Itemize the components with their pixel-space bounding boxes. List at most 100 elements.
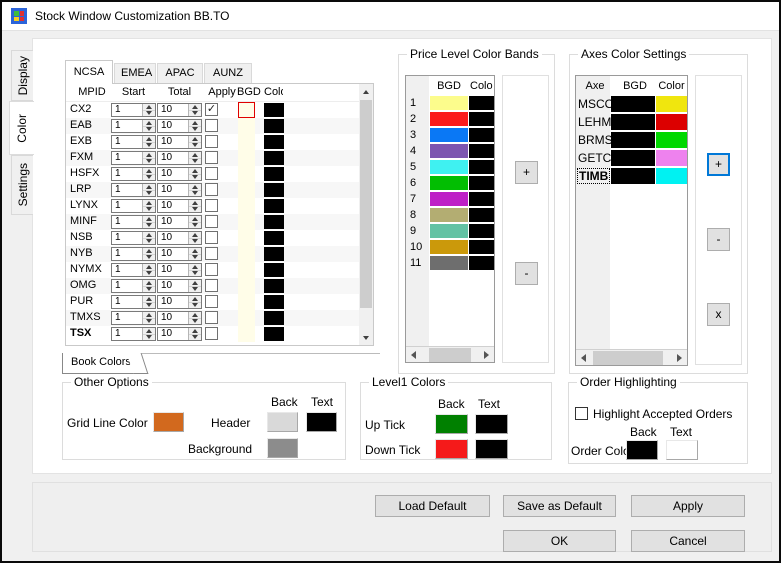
spinner-down-button[interactable]	[143, 189, 155, 196]
spinner-down-button[interactable]	[189, 141, 201, 148]
bgd-swatch[interactable]	[238, 246, 255, 262]
apply-checkbox[interactable]	[205, 247, 218, 260]
bgd-swatch[interactable]	[611, 114, 655, 130]
bgd-swatch[interactable]	[430, 144, 468, 158]
bgd-swatch[interactable]	[238, 166, 255, 182]
highlight-accepted-orders-checkbox[interactable]	[575, 407, 588, 420]
scroll-down-button[interactable]	[359, 330, 373, 345]
scroll-thumb[interactable]	[593, 351, 663, 365]
apply-button[interactable]: Apply	[631, 495, 745, 517]
bgd-swatch[interactable]	[430, 224, 468, 238]
scroll-thumb[interactable]	[360, 100, 372, 308]
spinner-down-button[interactable]	[189, 269, 201, 276]
total-spinner[interactable]: 10	[157, 231, 202, 245]
spinner-down-button[interactable]	[189, 173, 201, 180]
apply-checkbox[interactable]	[205, 311, 218, 324]
bgd-swatch[interactable]	[238, 198, 255, 214]
axe-name[interactable]: TIMB	[577, 168, 611, 184]
bgd-swatch[interactable]	[238, 294, 255, 310]
load-default-button[interactable]: Load Default	[375, 495, 490, 517]
spinner-down-button[interactable]	[189, 109, 201, 116]
spinner-down-button[interactable]	[143, 253, 155, 260]
start-spinner[interactable]: 1	[111, 183, 156, 197]
start-spinner[interactable]: 1	[111, 135, 156, 149]
color-swatch[interactable]	[656, 132, 687, 148]
start-spinner[interactable]: 1	[111, 311, 156, 325]
color-swatch[interactable]	[469, 160, 494, 174]
color-swatch[interactable]	[264, 263, 284, 277]
spinner-down-button[interactable]	[189, 125, 201, 132]
total-spinner[interactable]: 10	[157, 247, 202, 261]
bgd-swatch[interactable]	[611, 168, 655, 184]
bgd-swatch[interactable]	[430, 176, 468, 190]
color-swatch[interactable]	[469, 112, 494, 126]
down-tick-text-swatch[interactable]	[475, 439, 508, 459]
bgd-swatch[interactable]	[611, 96, 655, 112]
start-spinner[interactable]: 1	[111, 279, 156, 293]
spinner-down-button[interactable]	[143, 269, 155, 276]
color-swatch[interactable]	[264, 135, 284, 149]
spinner-down-button[interactable]	[189, 253, 201, 260]
bgd-swatch[interactable]	[430, 112, 468, 126]
total-spinner[interactable]: 10	[157, 119, 202, 133]
apply-checkbox[interactable]	[205, 215, 218, 228]
bgd-swatch[interactable]	[611, 132, 655, 148]
spinner-down-button[interactable]	[143, 173, 155, 180]
bgd-swatch[interactable]	[430, 96, 468, 110]
color-swatch[interactable]	[264, 167, 284, 181]
axe-remove-button[interactable]: -	[707, 228, 730, 251]
color-swatch[interactable]	[264, 295, 284, 309]
spinner-down-button[interactable]	[143, 237, 155, 244]
bgd-swatch[interactable]	[430, 240, 468, 254]
scroll-left-button[interactable]	[576, 350, 591, 366]
apply-checkbox[interactable]	[205, 279, 218, 292]
color-swatch[interactable]	[264, 183, 284, 197]
total-spinner[interactable]: 10	[157, 295, 202, 309]
band-remove-button[interactable]: -	[515, 262, 538, 285]
color-swatch[interactable]	[469, 224, 494, 238]
background-swatch[interactable]	[267, 438, 298, 458]
band-add-button[interactable]: +	[515, 161, 538, 184]
tab-aunz[interactable]: AUNZ	[204, 63, 252, 83]
start-spinner[interactable]: 1	[111, 295, 156, 309]
start-spinner[interactable]: 1	[111, 199, 156, 213]
apply-checkbox[interactable]	[205, 263, 218, 276]
color-swatch[interactable]	[264, 151, 284, 165]
header-back-swatch[interactable]	[267, 412, 298, 432]
bgd-swatch[interactable]	[238, 118, 255, 134]
bgd-swatch[interactable]	[430, 256, 468, 270]
color-swatch[interactable]	[469, 96, 494, 110]
header-text-swatch[interactable]	[306, 412, 337, 432]
tab-display[interactable]: Display	[11, 50, 33, 101]
color-swatch[interactable]	[469, 176, 494, 190]
color-swatch[interactable]	[264, 327, 284, 341]
bgd-swatch[interactable]	[238, 262, 255, 278]
total-spinner[interactable]: 10	[157, 167, 202, 181]
spinner-down-button[interactable]	[143, 205, 155, 212]
color-swatch[interactable]	[469, 128, 494, 142]
axe-name[interactable]: GETC	[578, 151, 611, 165]
scroll-thumb[interactable]	[429, 348, 471, 362]
apply-checkbox[interactable]	[205, 199, 218, 212]
apply-checkbox[interactable]	[205, 167, 218, 180]
axe-name[interactable]: BRMS	[578, 133, 613, 147]
start-spinner[interactable]: 1	[111, 215, 156, 229]
spinner-down-button[interactable]	[143, 333, 155, 340]
bgd-swatch[interactable]	[430, 192, 468, 206]
up-tick-text-swatch[interactable]	[475, 414, 508, 434]
tab-color[interactable]: Color	[9, 101, 34, 155]
bands-horizontal-scrollbar[interactable]	[406, 346, 494, 362]
bgd-swatch[interactable]	[430, 128, 468, 142]
start-spinner[interactable]: 1	[111, 151, 156, 165]
tab-ncsa[interactable]: NCSA	[65, 60, 113, 84]
tab-settings[interactable]: Settings	[11, 155, 33, 215]
bgd-swatch[interactable]	[238, 278, 255, 294]
spinner-down-button[interactable]	[189, 205, 201, 212]
color-swatch[interactable]	[264, 119, 284, 133]
bgd-swatch[interactable]	[238, 326, 255, 342]
start-spinner[interactable]: 1	[111, 247, 156, 261]
total-spinner[interactable]: 10	[157, 135, 202, 149]
spinner-down-button[interactable]	[143, 285, 155, 292]
bgd-swatch[interactable]	[430, 208, 468, 222]
tab-emea[interactable]: EMEA	[114, 63, 156, 83]
